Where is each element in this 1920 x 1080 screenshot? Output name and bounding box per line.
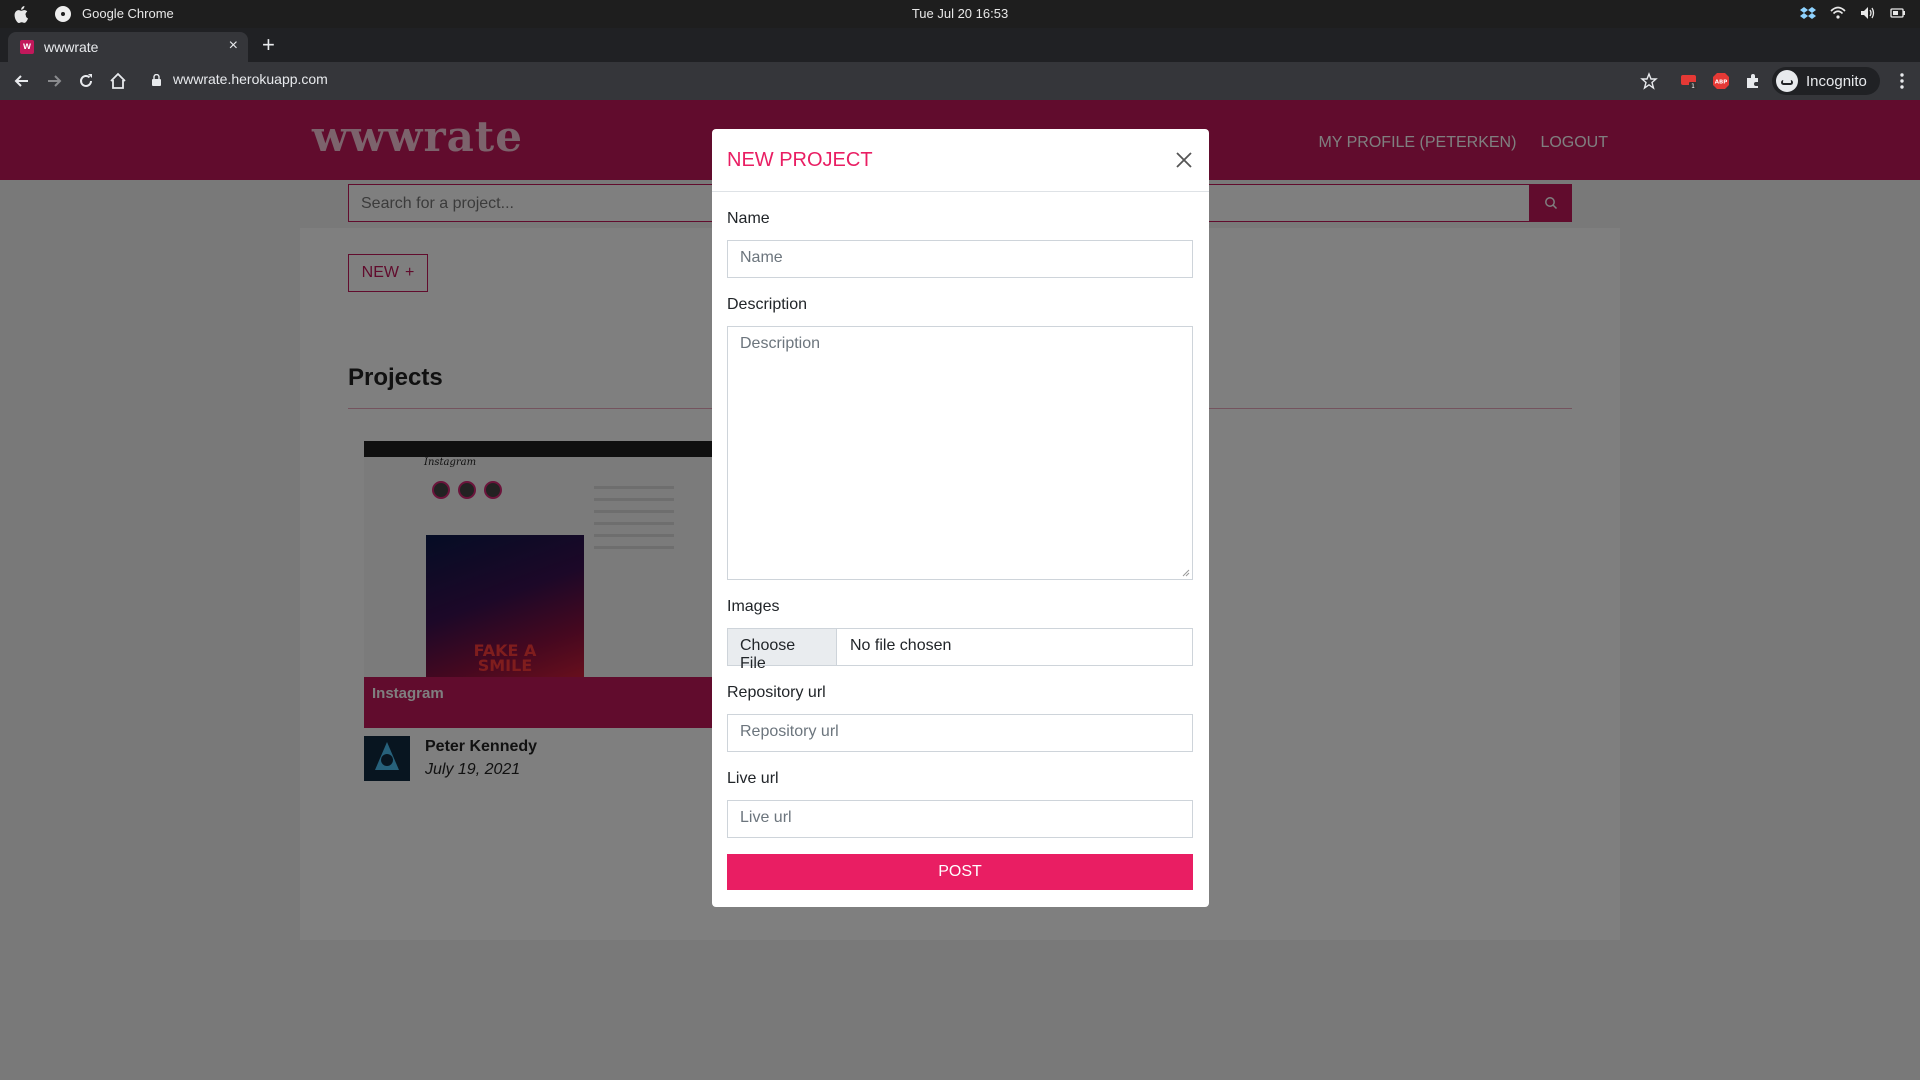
description-textarea[interactable]: Description: [727, 326, 1193, 580]
name-label: Name: [727, 210, 770, 227]
live-url-input[interactable]: Live url: [727, 800, 1193, 838]
wifi-icon[interactable]: [1830, 5, 1846, 21]
live-url-label: Live url: [727, 770, 779, 787]
extensions-puzzle-icon[interactable]: [1744, 72, 1762, 90]
os-top-bar: Google Chrome Tue Jul 20 16:53: [0, 0, 1920, 28]
repository-url-input[interactable]: Repository url: [727, 714, 1193, 752]
incognito-icon: [1776, 70, 1798, 92]
address-bar[interactable]: wwwrate.herokuapp.com: [173, 71, 328, 87]
wwwrate-favicon-icon: w: [20, 40, 34, 54]
browser-menu-icon[interactable]: [1900, 72, 1904, 90]
resize-grip-icon[interactable]: [1182, 569, 1190, 577]
app-name[interactable]: Google Chrome: [82, 6, 174, 21]
images-label: Images: [727, 598, 780, 615]
home-icon[interactable]: [108, 71, 128, 91]
browser-tab[interactable]: w wwwrate ×: [8, 32, 248, 62]
name-input[interactable]: Name: [727, 240, 1193, 278]
incognito-label: Incognito: [1806, 72, 1867, 90]
clock[interactable]: Tue Jul 20 16:53: [0, 6, 1920, 21]
browser-toolbar: wwwrate.herokuapp.com 1 ABP Incognito: [0, 62, 1920, 100]
chrome-icon: [55, 6, 71, 22]
reload-icon[interactable]: [76, 71, 96, 91]
system-tray: [1800, 5, 1906, 21]
new-tab-button[interactable]: +: [262, 34, 275, 56]
tab-close-icon[interactable]: ×: [229, 38, 238, 54]
modal-title: NEW PROJECT: [727, 149, 873, 171]
battery-icon[interactable]: [1890, 5, 1906, 21]
dropbox-icon[interactable]: [1800, 5, 1816, 21]
svg-text:1: 1: [1691, 83, 1695, 90]
modal-header: NEW PROJECT: [712, 129, 1209, 192]
back-icon[interactable]: [12, 71, 32, 91]
extension-badge-icon[interactable]: 1: [1680, 72, 1698, 90]
description-label: Description: [727, 296, 808, 313]
description-placeholder: Description: [740, 335, 821, 352]
apple-icon[interactable]: [14, 5, 30, 23]
lock-icon[interactable]: [152, 74, 161, 86]
svg-text:ABP: ABP: [1715, 80, 1727, 86]
tab-title: wwwrate: [44, 39, 99, 55]
close-icon[interactable]: [1173, 149, 1195, 171]
choose-file-button[interactable]: Choose File: [728, 629, 837, 672]
file-status: No file chosen: [850, 637, 952, 654]
images-file-input[interactable]: Choose File No file chosen: [727, 628, 1193, 672]
post-button[interactable]: POST: [727, 854, 1193, 890]
volume-icon[interactable]: [1860, 5, 1876, 21]
browser-tab-strip: w wwwrate ×: [0, 28, 1920, 80]
repository-url-label: Repository url: [727, 684, 826, 701]
adblock-icon[interactable]: ABP: [1712, 72, 1730, 90]
bookmark-star-icon[interactable]: [1640, 72, 1658, 90]
new-project-modal: NEW PROJECT Name Name Description Descri…: [712, 129, 1209, 907]
forward-icon[interactable]: [44, 71, 64, 91]
incognito-indicator[interactable]: Incognito: [1772, 67, 1880, 95]
